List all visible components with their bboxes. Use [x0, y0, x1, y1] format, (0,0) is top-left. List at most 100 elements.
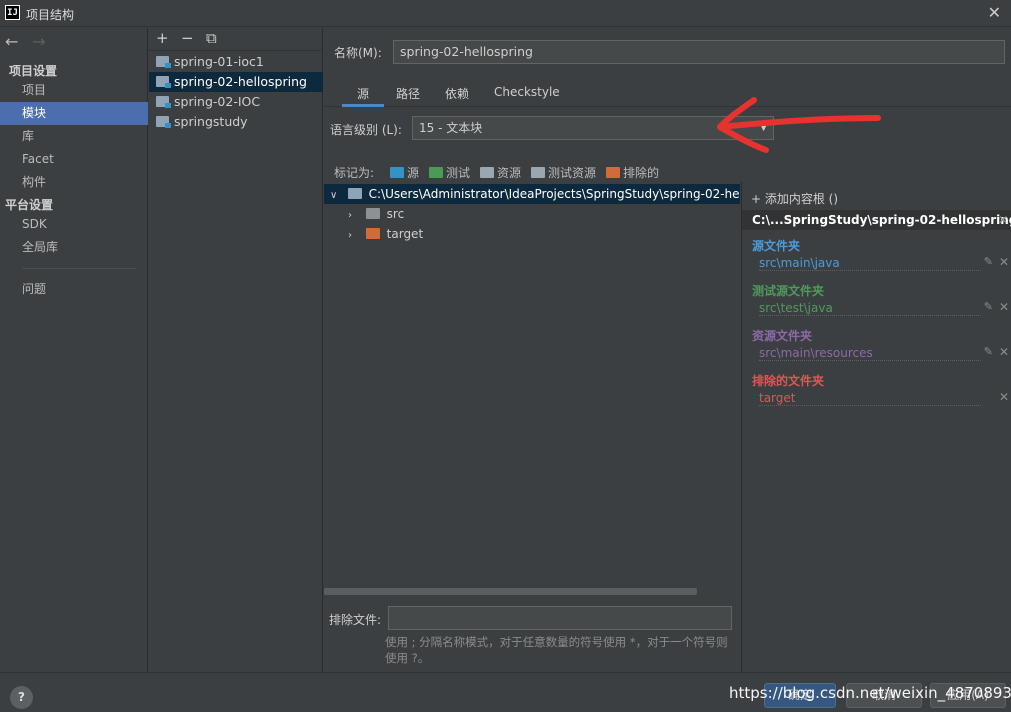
module-folder-icon: [156, 116, 171, 128]
tree-row-target[interactable]: › target: [348, 224, 423, 244]
mark-sources-button[interactable]: 源: [390, 164, 419, 181]
source-folder-icon: [390, 167, 404, 178]
language-level-value: 15 - 文本块: [419, 121, 483, 135]
nav-item-facet[interactable]: Facet: [0, 148, 148, 171]
content-root-panel: + 添加内容根 () C:\...SpringStudy\spring-02-h…: [741, 182, 1011, 672]
mark-test-resources-label: 测试资源: [548, 166, 597, 180]
folder-icon: [347, 188, 362, 199]
mark-sources-label: 源: [407, 166, 420, 180]
tab-sources[interactable]: 源: [342, 85, 384, 107]
module-list-panel: + − ⧉ spring-01-ioc1 spring-02-hellospri…: [149, 28, 323, 672]
exclude-files-help: 使用 ; 分隔名称模式，对于任意数量的符号使用 *，对于一个符号则使用 ?。: [385, 635, 728, 665]
section-project-settings: 项目设置: [9, 64, 58, 78]
chevron-down-icon[interactable]: ∨: [330, 186, 344, 204]
excluded-folder-path[interactable]: target: [759, 391, 981, 406]
pencil-icon[interactable]: ✎: [984, 300, 993, 313]
source-folders-title: 源文件夹: [752, 239, 801, 253]
nav-item-project[interactable]: 项目: [0, 79, 148, 102]
module-item[interactable]: spring-02-IOC: [149, 92, 323, 112]
tree-root-row[interactable]: ∨ C:\Users\Administrator\IdeaProjects\Sp…: [324, 184, 740, 204]
copy-module-button[interactable]: ⧉: [206, 29, 217, 47]
tab-dependencies[interactable]: 依赖: [445, 85, 469, 107]
mark-resources-button[interactable]: 资源: [480, 164, 521, 181]
language-level-label: 语言级别 (L):: [330, 123, 402, 137]
section-platform-settings: 平台设置: [5, 198, 54, 212]
module-item[interactable]: springstudy: [149, 112, 323, 132]
nav-item-libraries[interactable]: 库: [0, 125, 148, 148]
module-folder-icon: [156, 96, 171, 108]
mark-tests-label: 测试: [446, 166, 471, 180]
add-module-button[interactable]: +: [156, 29, 169, 47]
tree-row-src[interactable]: › src: [348, 204, 404, 224]
module-folder-icon: [156, 56, 171, 68]
test-source-folders-title: 测试源文件夹: [752, 284, 825, 298]
module-toolbar: + − ⧉: [149, 28, 323, 51]
tree-row-label: target: [386, 227, 424, 241]
source-folder-path[interactable]: src\main\java: [759, 256, 981, 271]
mark-resources-label: 资源: [497, 166, 522, 180]
nav-arrows: ← →: [5, 32, 54, 51]
excluded-folder-icon: [606, 167, 620, 178]
nav-item-modules[interactable]: 模块: [0, 102, 148, 125]
left-nav: ← → 项目设置 项目 模块 库 Facet 构件 平台设置 SDK 全局库 问…: [0, 28, 148, 672]
module-tabs: 源 路径 依赖 Checkstyle: [324, 82, 1011, 107]
window-title: 项目结构: [26, 8, 75, 22]
back-arrow-icon[interactable]: ←: [5, 32, 27, 51]
nav-item-problems[interactable]: 问题: [0, 278, 148, 301]
watermark-url: https://blog.csdn.net/weixin_48708934: [729, 684, 1011, 702]
excluded-folders-title: 排除的文件夹: [752, 374, 825, 388]
excluded-folder-icon: [365, 228, 380, 239]
module-label: spring-01-ioc1: [174, 54, 264, 69]
module-item-selected[interactable]: spring-02-hellospring: [149, 72, 323, 92]
pencil-icon[interactable]: ✎: [984, 345, 993, 358]
content-root-header: C:\...SpringStudy\spring-02-hellospring …: [742, 210, 1011, 230]
folder-tree: ∨ C:\Users\Administrator\IdeaProjects\Sp…: [324, 182, 740, 592]
add-content-root-button[interactable]: + 添加内容根 (): [751, 190, 838, 207]
remove-module-button[interactable]: −: [181, 29, 194, 47]
module-item[interactable]: spring-01-ioc1: [149, 52, 323, 72]
nav-item-sdk[interactable]: SDK: [0, 213, 148, 236]
nav-divider: [22, 268, 136, 269]
exclude-files-input[interactable]: [388, 606, 732, 630]
mark-excluded-button[interactable]: 排除的: [606, 164, 659, 181]
resource-folders-title: 资源文件夹: [752, 329, 813, 343]
mark-test-resources-button[interactable]: 测试资源: [531, 164, 596, 181]
title-bar: IJ 项目结构 ✕: [0, 0, 1011, 27]
close-icon[interactable]: ✕: [998, 210, 1008, 230]
close-icon[interactable]: ✕: [999, 255, 1009, 269]
module-name-input[interactable]: spring-02-hellospring: [393, 40, 1005, 64]
forward-arrow-icon[interactable]: →: [32, 32, 54, 51]
close-icon[interactable]: ✕: [999, 390, 1009, 404]
nav-item-artifacts[interactable]: 构件: [0, 171, 148, 194]
module-settings-panel: 名称(M): spring-02-hellospring 源 路径 依赖 Che…: [324, 28, 1011, 672]
test-source-folder-path[interactable]: src\test\java: [759, 301, 981, 316]
test-resource-folder-icon: [531, 167, 545, 178]
intellij-app-icon: IJ: [5, 5, 20, 20]
close-icon[interactable]: ✕: [999, 345, 1009, 359]
mark-tests-button[interactable]: 测试: [429, 164, 470, 181]
tab-paths[interactable]: 路径: [396, 85, 420, 107]
resource-folder-path[interactable]: src\main\resources: [759, 346, 981, 361]
close-icon[interactable]: ✕: [999, 300, 1009, 314]
nav-item-global-libraries[interactable]: 全局库: [0, 236, 148, 259]
chevron-right-icon[interactable]: ›: [348, 226, 362, 246]
close-icon[interactable]: ✕: [988, 3, 1001, 22]
folder-icon: [365, 208, 380, 219]
bottom-bar: ? 确定 取消 应用(A) https://blog.csdn.net/weix…: [0, 672, 1011, 712]
chevron-right-icon[interactable]: ›: [348, 206, 362, 226]
tab-checkstyle[interactable]: Checkstyle: [494, 85, 560, 107]
resource-folder-icon: [480, 167, 494, 178]
tree-root-path: C:\Users\Administrator\IdeaProjects\Spri…: [368, 187, 740, 201]
module-label: springstudy: [174, 114, 248, 129]
help-button[interactable]: ?: [10, 686, 33, 709]
pencil-icon[interactable]: ✎: [984, 255, 993, 268]
exclude-files-label: 排除文件:: [329, 613, 382, 627]
red-arrow-annotation: [717, 97, 881, 153]
mark-as-label: 标记为:: [334, 166, 375, 180]
tree-row-label: src: [386, 207, 405, 221]
module-label: spring-02-hellospring: [174, 74, 307, 89]
mark-excluded-label: 排除的: [623, 166, 660, 180]
horizontal-scrollbar[interactable]: [324, 588, 697, 595]
content-root-path: C:\...SpringStudy\spring-02-hellospring: [752, 213, 1011, 227]
test-folder-icon: [429, 167, 443, 178]
